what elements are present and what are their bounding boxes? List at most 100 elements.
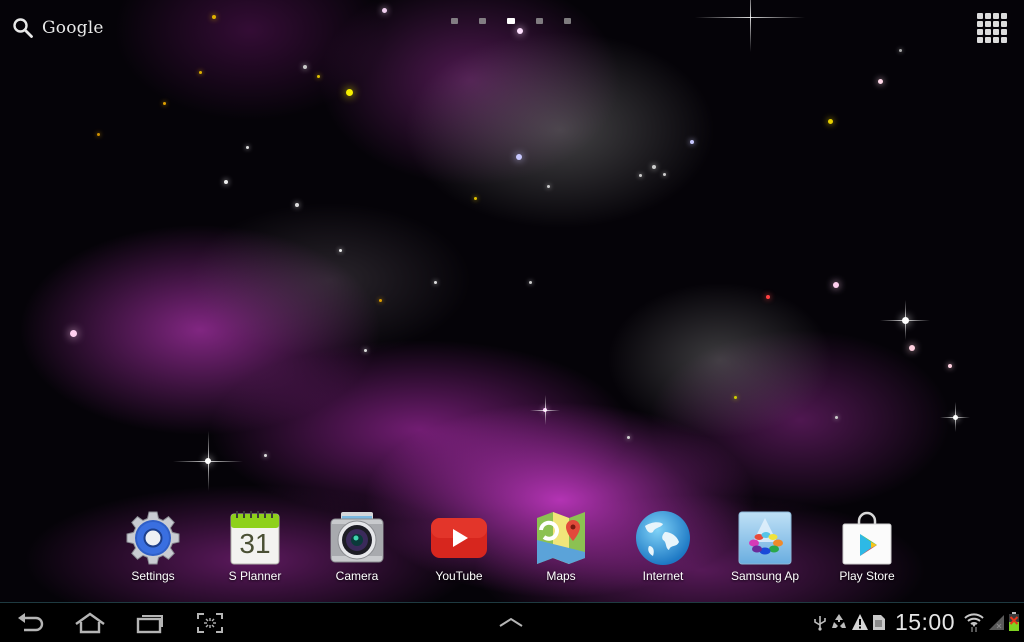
- clock: 15:00: [894, 608, 955, 635]
- star: [877, 78, 883, 84]
- battery-icon: [1008, 612, 1020, 632]
- app-label: Maps: [546, 569, 576, 583]
- calendar-day-number: 31: [239, 528, 271, 559]
- star: [546, 184, 550, 188]
- back-icon: [18, 613, 44, 632]
- play-store-icon: [839, 510, 895, 566]
- app-internet[interactable]: Internet: [612, 510, 714, 583]
- star-flare: [905, 300, 906, 340]
- apps-grid-icon-cell: [993, 21, 999, 27]
- star: [316, 74, 320, 78]
- home-icon: [75, 612, 105, 634]
- apps-grid-icon-cell: [977, 37, 983, 43]
- calendar-icon: 31: [227, 510, 283, 566]
- apps-grid-icon-cell: [977, 13, 983, 19]
- app-play-store[interactable]: Play Store: [816, 510, 918, 583]
- app-label: Play Store: [839, 569, 895, 583]
- app-samsung-apps[interactable]: Samsung Ap: [714, 510, 816, 583]
- apps-grid-icon-cell: [1001, 21, 1007, 27]
- star: [345, 88, 353, 96]
- apps-grid-icon-cell: [993, 29, 999, 35]
- star: [833, 282, 839, 288]
- recent-apps-icon: [136, 615, 163, 634]
- apps-grid-icon-cell: [985, 13, 991, 19]
- search-icon: [13, 18, 33, 38]
- apps-grid-icon-cell: [1001, 29, 1007, 35]
- apps-grid-icon-cell: [985, 21, 991, 27]
- maps-icon: [533, 510, 589, 566]
- recycle-icon: [830, 613, 848, 631]
- star: [338, 248, 342, 252]
- app-youtube[interactable]: YouTube: [408, 510, 510, 583]
- chevron-up-icon: [499, 617, 523, 627]
- page-dot: [479, 18, 486, 24]
- star: [263, 453, 267, 457]
- signal-icon: [987, 613, 1005, 631]
- apps-grid-icon-cell: [977, 29, 983, 35]
- star: [662, 172, 666, 176]
- apps-grid-icon-cell: [993, 13, 999, 19]
- navigation-bar: 15:00: [0, 602, 1024, 641]
- apps-grid-icon-cell: [985, 29, 991, 35]
- star: [827, 118, 833, 124]
- star-flare: [545, 395, 546, 425]
- usb-icon: [813, 613, 827, 631]
- star: [766, 295, 770, 299]
- star: [517, 28, 523, 34]
- app-label: S Planner: [228, 569, 282, 583]
- app-dock: Settings 31 S Planner Camera YouTube Map…: [102, 510, 922, 590]
- apps-grid-icon-cell: [977, 21, 983, 27]
- star: [433, 280, 437, 284]
- star: [363, 348, 367, 352]
- google-search-label: Google: [42, 18, 104, 38]
- star: [528, 280, 532, 284]
- star: [245, 145, 249, 149]
- screenshot-button[interactable]: [194, 609, 226, 637]
- home-button[interactable]: [72, 609, 108, 637]
- apps-grid-icon-cell: [993, 37, 999, 43]
- screenshot-icon: [197, 613, 223, 633]
- star: [162, 101, 166, 105]
- star: [69, 329, 77, 337]
- star: [898, 48, 902, 52]
- page-indicator: [451, 18, 571, 24]
- star: [473, 196, 477, 200]
- google-search-widget[interactable]: Google: [12, 14, 104, 42]
- star: [378, 298, 382, 302]
- star: [303, 65, 307, 69]
- expand-button[interactable]: [497, 609, 525, 637]
- app-label: YouTube: [435, 569, 483, 583]
- status-area[interactable]: 15:00: [813, 603, 1020, 641]
- star: [198, 70, 202, 74]
- app-label: Camera: [335, 569, 379, 583]
- youtube-icon: [431, 510, 487, 566]
- star: [212, 15, 216, 19]
- page-dot: [564, 18, 571, 24]
- wifi-icon: [964, 611, 984, 633]
- star: [224, 180, 228, 184]
- page-dot: [536, 18, 543, 24]
- camera-icon: [329, 510, 385, 566]
- app-label: Settings: [131, 569, 175, 583]
- settings-gear-icon: [125, 510, 181, 566]
- app-s-planner[interactable]: 31 S Planner: [204, 510, 306, 583]
- samsung-apps-icon: [737, 510, 793, 566]
- star: [626, 435, 630, 439]
- star-flare: [750, 0, 751, 52]
- app-camera[interactable]: Camera: [306, 510, 408, 583]
- apps-grid-icon-cell: [985, 37, 991, 43]
- app-maps[interactable]: Maps: [510, 510, 612, 583]
- star: [948, 364, 952, 368]
- globe-icon: [635, 510, 691, 566]
- page-dot: [451, 18, 458, 24]
- recent-apps-button[interactable]: [134, 609, 168, 637]
- star: [690, 140, 694, 144]
- star: [295, 203, 299, 207]
- star: [733, 395, 737, 399]
- app-settings[interactable]: Settings: [102, 510, 204, 583]
- back-button[interactable]: [14, 609, 48, 637]
- apps-drawer-button[interactable]: [977, 13, 1007, 43]
- star: [516, 154, 522, 160]
- star-flare: [208, 431, 209, 491]
- apps-grid-icon-cell: [1001, 13, 1007, 19]
